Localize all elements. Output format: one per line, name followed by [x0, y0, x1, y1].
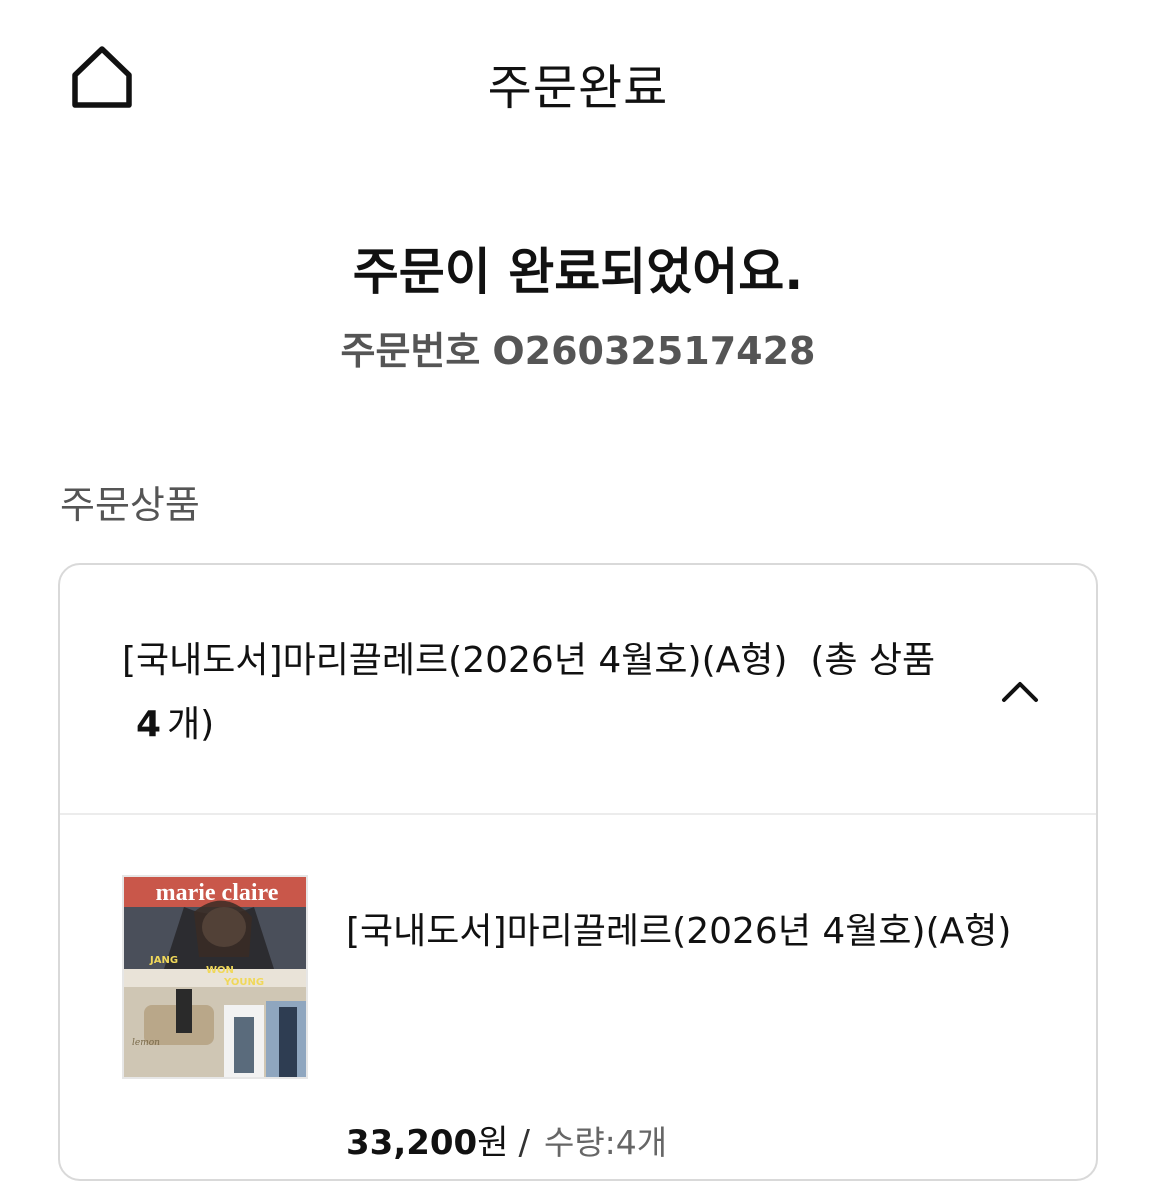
ordered-items-card: [국내도서]마리끌레르(2026년 4월호)(A형) (총 상품 4 개) mari…: [58, 563, 1098, 1181]
item-name[interactable]: [국내도서]마리끌레르(2026년 4월호)(A형): [346, 897, 1046, 967]
cover-text-won: WON: [206, 965, 234, 976]
chevron-up-icon: [1002, 682, 1038, 702]
item-currency: 원: [477, 1123, 509, 1163]
item-quantity: 수량:4개: [543, 1123, 668, 1162]
order-number-label: 주문번호: [340, 329, 481, 373]
order-number-value: O26032517428: [492, 329, 816, 373]
page-title: 주문완료: [487, 60, 669, 116]
item-price-quantity: 33,200 원 / 수량:4개: [346, 1115, 667, 1164]
product-thumbnail[interactable]: marie claire JANG WON YOUNG lemon: [122, 875, 308, 1079]
order-summary-count-prefix: (총 상품: [810, 640, 936, 681]
cover-text-jang: JANG: [149, 955, 178, 966]
cover-text-young: YOUNG: [223, 977, 264, 988]
order-summary-count-suffix: 개): [167, 704, 215, 745]
order-number: 주문번호 O26032517428: [0, 320, 1156, 375]
order-item[interactable]: marie claire JANG WON YOUNG lemon [국내도서]…: [60, 815, 1096, 1179]
section-label-ordered-items: 주문상품: [60, 483, 200, 527]
order-summary-title: [국내도서]마리끌레르(2026년 4월호)(A형): [122, 640, 788, 681]
order-complete-message: 주문이 완료되었어요.: [352, 243, 804, 301]
item-price: 33,200: [346, 1123, 478, 1163]
order-summary-text: [국내도서]마리끌레르(2026년 4월호)(A형) (총 상품 4 개): [122, 629, 942, 757]
svg-text:lemon: lemon: [132, 1038, 160, 1048]
order-summary-header[interactable]: [국내도서]마리끌레르(2026년 4월호)(A형) (총 상품 4 개): [60, 565, 1096, 815]
order-summary-count: 4: [136, 704, 162, 745]
meta-separator: /: [518, 1123, 530, 1163]
app-header: 주문완료: [0, 0, 1156, 160]
magazine-cover-image: marie claire JANG WON YOUNG lemon: [124, 877, 306, 1077]
collapse-toggle-button[interactable]: [990, 669, 1050, 713]
